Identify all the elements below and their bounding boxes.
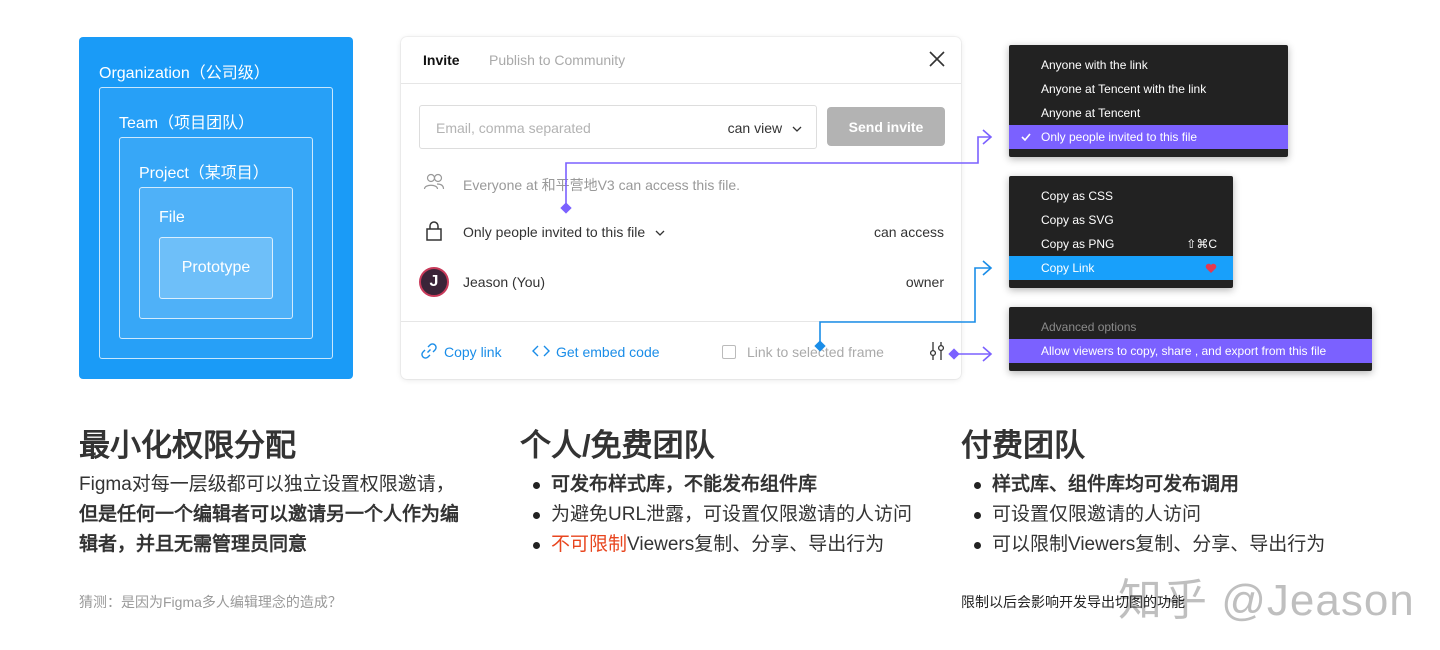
shortcut-label: ⇧⌘C	[1186, 237, 1217, 251]
list-item: 为避免URL泄露，可设置仅限邀请的人访问	[529, 500, 912, 530]
copy-menu-item[interactable]: Copy as PNG ⇧⌘C	[1009, 232, 1233, 256]
access-menu-item[interactable]: Anyone with the link	[1009, 53, 1288, 77]
left-note: 猜测：是因为Figma多人编辑理念的造成？	[79, 594, 342, 610]
advanced-options-header: Advanced options	[1041, 320, 1137, 334]
list-item: 可发布样式库，不能发布组件库	[529, 470, 912, 500]
allow-viewers-copy-option[interactable]: Allow viewers to copy, share , and expor…	[1009, 339, 1372, 363]
access-menu-item[interactable]: Anyone at Tencent	[1009, 101, 1288, 125]
access-menu: Anyone with the link Anyone at Tencent w…	[1009, 45, 1288, 157]
list-item: 可以限制Viewers复制、分享、导出行为	[970, 530, 1325, 560]
heart-icon	[1205, 263, 1217, 273]
access-menu-item-selected[interactable]: Only people invited to this file	[1009, 125, 1288, 149]
paragraph-line: Figma对每一层级都可以独立设置权限邀请，	[79, 474, 455, 495]
advanced-options-menu: Advanced options Allow viewers to copy, …	[1009, 307, 1372, 371]
copy-menu-item-selected[interactable]: Copy Link	[1009, 256, 1233, 280]
watermark: 知乎 @Jeason	[1118, 576, 1415, 625]
list-item: 不可限制Viewers复制、分享、导出行为	[529, 530, 912, 560]
copy-menu-item[interactable]: Copy as SVG	[1009, 208, 1233, 232]
copy-menu-item[interactable]: Copy as CSS	[1009, 184, 1233, 208]
section-paragraph: Figma对每一层级都可以独立设置权限邀请， 但是任何一个编辑者可以邀请另一个人…	[79, 470, 459, 560]
section-title-minimal-permissions: 最小化权限分配	[79, 428, 296, 463]
list-item: 样式库、组件库均可发布调用	[970, 470, 1325, 500]
list-item: 可设置仅限邀请的人访问	[970, 500, 1325, 530]
paragraph-line-bold: 辑者，并且无需管理员同意	[79, 534, 308, 555]
paid-team-bullets: 样式库、组件库均可发布调用 可设置仅限邀请的人访问 可以限制Viewers复制、…	[970, 470, 1325, 560]
section-title-paid-team: 付费团队	[961, 428, 1085, 463]
access-menu-item[interactable]: Anyone at Tencent with the link	[1009, 77, 1288, 101]
paragraph-line-bold: 但是任何一个编辑者可以邀请另一个人作为编	[79, 504, 460, 525]
free-team-bullets: 可发布样式库，不能发布组件库 为避免URL泄露，可设置仅限邀请的人访问 不可限制…	[529, 470, 912, 560]
section-title-free-team: 个人/免费团队	[520, 428, 715, 463]
copy-menu: Copy as CSS Copy as SVG Copy as PNG ⇧⌘C …	[1009, 176, 1233, 288]
check-icon	[1021, 133, 1031, 141]
